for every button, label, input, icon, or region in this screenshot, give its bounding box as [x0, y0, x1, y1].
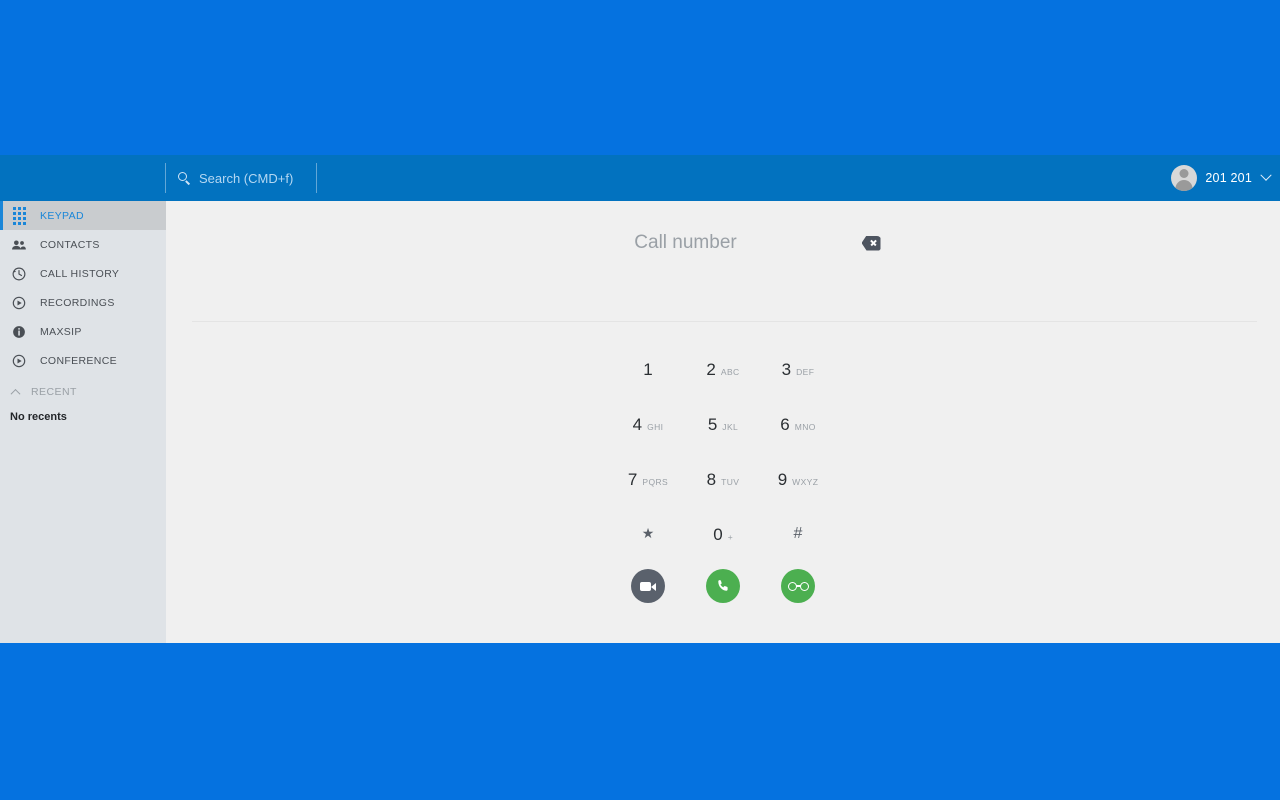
keypad-key-5[interactable]: 5 JKL [686, 394, 761, 449]
action-slot [611, 569, 686, 603]
info-icon [10, 323, 28, 341]
sidebar-item-keypad[interactable]: KEYPAD [0, 201, 166, 230]
keypad-key-digit: 2 [706, 360, 716, 379]
phone-icon [715, 578, 731, 594]
keypad-key-digit: 3 [781, 360, 792, 379]
action-button-row [611, 569, 836, 603]
keypad-key-digit: 5 [707, 415, 718, 434]
keypad-key-0[interactable]: 0 + [686, 504, 761, 559]
video-camera-icon [639, 581, 657, 592]
keypad-key-letters: PQRS [642, 477, 669, 487]
keypad-key-hash[interactable]: # [761, 504, 836, 559]
user-menu[interactable]: 201 201 [1171, 155, 1272, 201]
sidebar-item-maxsip[interactable]: MAXSIP [0, 317, 166, 346]
contacts-icon [10, 236, 28, 254]
keypad-key-letters: WXYZ [792, 477, 819, 487]
action-slot [761, 569, 836, 603]
keypad-rows: 1 2 ABC 3 DEF 4 GHI 5 JKL 6 MNO 7 PQRS 8 TUV 9 WXYZ ★ 0 + # [611, 339, 836, 559]
sidebar: KEYPAD CONTACTS CALL HISTORY RECORDINGS MAXS… [0, 201, 166, 643]
chevron-up-icon [10, 388, 21, 399]
keypad: 1 2 ABC 3 DEF 4 GHI 5 JKL 6 MNO 7 PQRS 8 TUV 9 WXYZ ★ 0 + # [166, 339, 1280, 603]
video-call-button[interactable] [631, 569, 665, 603]
keypad-key-digit: 4 [632, 415, 643, 434]
keypad-key-letters: GHI [647, 422, 664, 432]
conference-icon [10, 352, 28, 370]
backspace-icon[interactable] [861, 235, 881, 251]
no-recents-text: No recents [10, 411, 67, 423]
keypad-key-digit: ★ [641, 525, 655, 541]
keypad-key-8[interactable]: 8 TUV [686, 449, 761, 504]
dial-number-row [166, 201, 1280, 285]
keypad-row: 1 2 ABC 3 DEF [611, 339, 836, 394]
sidebar-item-label: RECORDINGS [40, 296, 115, 309]
user-name: 201 201 [1205, 171, 1252, 185]
audio-call-button[interactable] [706, 569, 740, 603]
divider [192, 321, 1257, 322]
keypad-key-letters: DEF [796, 367, 815, 377]
sidebar-item-conference[interactable]: CONFERENCE [0, 346, 166, 375]
keypad-key-letters: TUV [721, 477, 740, 487]
keypad-key-2[interactable]: 2 ABC [686, 339, 761, 394]
sidebar-item-label: KEYPAD [40, 209, 84, 222]
keypad-key-letters: MNO [794, 422, 816, 432]
keypad-key-digit: 6 [780, 415, 790, 434]
sidebar-item-call-history[interactable]: CALL HISTORY [0, 259, 166, 288]
keypad-key-digit: 9 [777, 470, 788, 489]
keypad-key-7[interactable]: 7 PQRS [611, 449, 686, 504]
call-number-input[interactable] [565, 232, 806, 254]
search-input[interactable] [199, 170, 309, 186]
avatar [1171, 165, 1198, 191]
sidebar-item-contacts[interactable]: CONTACTS [0, 230, 166, 259]
chevron-down-icon[interactable] [1260, 169, 1272, 181]
keypad-key-letters: JKL [722, 422, 739, 432]
keypad-icon [10, 206, 28, 225]
recent-section-header[interactable]: RECENT [0, 379, 166, 405]
search-field[interactable] [165, 163, 317, 193]
keypad-key-star[interactable]: ★ [611, 504, 686, 559]
keypad-key-digit: # [793, 525, 803, 542]
keypad-row: 7 PQRS 8 TUV 9 WXYZ [611, 449, 836, 504]
keypad-key-digit: 0 [713, 525, 723, 544]
app-window: 201 201 KEYPAD CONTACTS CALL HISTORY RECORD… [0, 155, 1280, 643]
keypad-key-digit: 1 [643, 360, 653, 379]
voicemail-icon [787, 581, 809, 591]
voicemail-button[interactable] [781, 569, 815, 603]
sidebar-item-label: MAXSIP [40, 325, 82, 338]
keypad-row: 4 GHI 5 JKL 6 MNO [611, 394, 836, 449]
sidebar-nav: KEYPAD CONTACTS CALL HISTORY RECORDINGS MAXS… [0, 201, 166, 375]
keypad-row: ★ 0 + # [611, 504, 836, 559]
keypad-key-1[interactable]: 1 [611, 339, 686, 394]
main-panel: 12ABC3DEF4GHI5JKL6MNO7PQRS8TUV9WXYZ★0+# [166, 201, 1280, 643]
sidebar-item-label: CALL HISTORY [40, 267, 120, 280]
keypad-key-3[interactable]: 3 DEF [761, 339, 836, 394]
recordings-icon [10, 294, 28, 312]
keypad-key-letters: ABC [720, 367, 740, 377]
keypad-key-4[interactable]: 4 GHI [611, 394, 686, 449]
recent-label: RECENT [31, 386, 77, 398]
keypad-key-6[interactable]: 6 MNO [761, 394, 836, 449]
sidebar-item-recordings[interactable]: RECORDINGS [0, 288, 166, 317]
sidebar-item-label: CONTACTS [40, 238, 100, 251]
top-bar: 201 201 [0, 155, 1280, 201]
keypad-key-digit: 8 [706, 470, 717, 489]
call-history-icon [10, 265, 28, 283]
keypad-key-9[interactable]: 9 WXYZ [761, 449, 836, 504]
keypad-key-letters: + [727, 532, 733, 542]
search-icon [178, 171, 191, 185]
action-slot [686, 569, 761, 603]
keypad-key-digit: 7 [627, 470, 638, 489]
sidebar-item-label: CONFERENCE [40, 354, 118, 367]
